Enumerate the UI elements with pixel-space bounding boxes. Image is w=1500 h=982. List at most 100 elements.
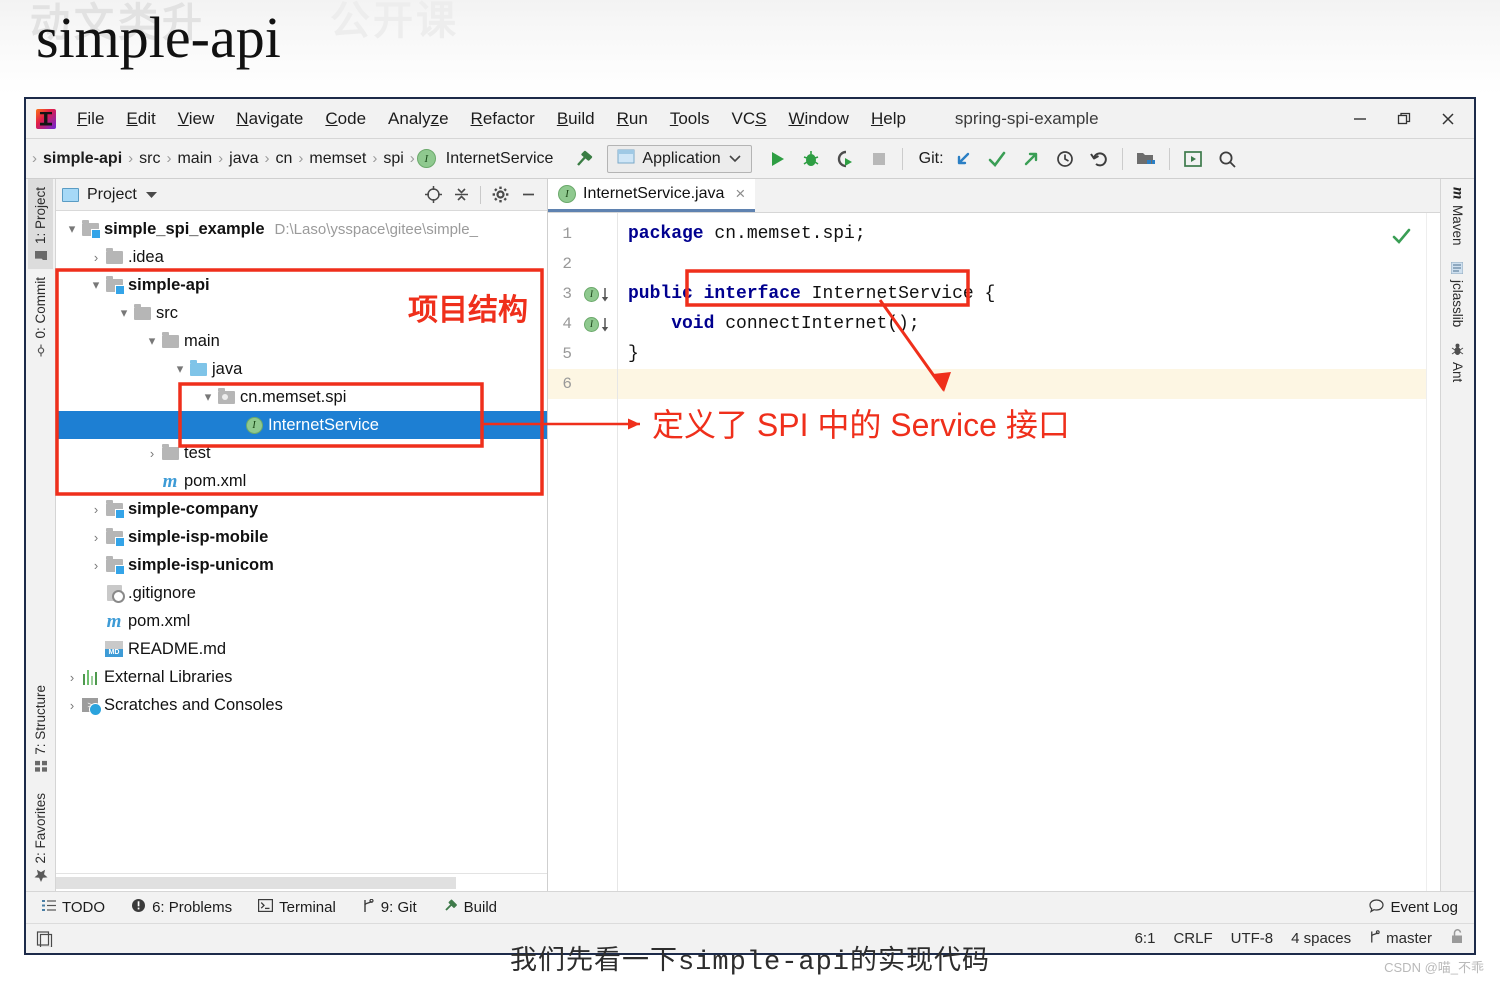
menu-item-run[interactable]: Run <box>606 106 659 132</box>
chevron-right-icon[interactable]: › <box>88 558 104 573</box>
menu-item-edit[interactable]: Edit <box>115 106 166 132</box>
tree-row-gitignore[interactable]: .gitignore <box>56 579 547 607</box>
git-push-icon[interactable] <box>1016 144 1046 174</box>
chevron-down-icon[interactable]: ▾ <box>144 333 160 349</box>
hide-icon[interactable] <box>515 182 541 208</box>
problems-icon <box>131 898 146 917</box>
run-icon[interactable] <box>762 144 792 174</box>
bottom-button-todo[interactable]: TODO <box>42 899 105 916</box>
tree-row-idea[interactable]: › .idea <box>56 243 547 271</box>
chevron-down-icon[interactable]: ▾ <box>116 305 132 321</box>
restore-icon[interactable] <box>1382 100 1426 138</box>
collapse-all-icon[interactable] <box>448 182 474 208</box>
tree-row-readme[interactable]: MD README.md <box>56 635 547 663</box>
chevron-down-icon[interactable]: ▾ <box>64 221 80 237</box>
no-errors-check-icon[interactable] <box>1390 225 1412 252</box>
editor-tab-internetservice[interactable]: I InternetService.java × <box>548 179 756 212</box>
bottom-button-build[interactable]: Build <box>443 898 497 917</box>
project-tree-horizontal-scrollbar[interactable] <box>56 873 547 891</box>
chevron-right-icon[interactable]: › <box>64 670 80 685</box>
run-anything-icon[interactable] <box>1178 144 1208 174</box>
menu-item-refactor[interactable]: Refactor <box>460 106 546 132</box>
tree-row-test[interactable]: › test <box>56 439 547 467</box>
chevron-right-icon[interactable]: › <box>144 446 160 461</box>
breadcrumb-item-4[interactable]: cn <box>272 150 297 168</box>
debug-icon[interactable] <box>796 144 826 174</box>
sidebar-item-ant[interactable]: Ant <box>1445 335 1470 390</box>
tree-row-pom-api[interactable]: m pom.xml <box>56 467 547 495</box>
sidebar-item-favorites[interactable]: 2: Favorites <box>28 779 53 891</box>
breadcrumb-item-1[interactable]: src <box>135 150 164 168</box>
bottom-button-terminal[interactable]: Terminal <box>258 899 336 916</box>
code-text[interactable]: package cn.memset.spi; public interface … <box>618 213 1426 891</box>
menu-item-navigate[interactable]: Navigate <box>225 106 314 132</box>
tree-row-simple-isp-mobile[interactable]: › simple-isp-mobile <box>56 523 547 551</box>
breadcrumb-item-7[interactable]: InternetService <box>442 150 558 168</box>
project-structure-icon[interactable] <box>1131 144 1161 174</box>
menu-item-view[interactable]: View <box>167 106 226 132</box>
run-with-coverage-icon[interactable] <box>830 144 860 174</box>
chevron-down-icon[interactable] <box>145 186 158 204</box>
chevron-right-icon[interactable]: › <box>64 698 80 713</box>
git-history-icon[interactable] <box>1050 144 1080 174</box>
sidebar-item-commit[interactable]: 0: Commit <box>28 269 53 365</box>
menu-item-tools[interactable]: Tools <box>659 106 721 132</box>
breadcrumb-item-0[interactable]: simple-api <box>39 150 126 168</box>
tree-row-external-libraries[interactable]: › External Libraries <box>56 663 547 691</box>
implemented-by-gutter-icon[interactable]: I <box>584 316 610 332</box>
chevron-down-icon[interactable] <box>728 150 742 168</box>
tree-row-simple-isp-unicom[interactable]: › simple-isp-unicom <box>56 551 547 579</box>
bottom-button-git[interactable]: 9: Git <box>362 898 417 917</box>
tree-row-simple-spi-example[interactable]: ▾ simple_spi_example D:\Laso\ysspace\git… <box>56 215 547 243</box>
chevron-right-icon[interactable]: › <box>88 530 104 545</box>
build-hammer-icon[interactable] <box>569 144 599 174</box>
minimize-icon[interactable] <box>1338 100 1382 138</box>
sidebar-item-jclasslib[interactable]: jclasslib <box>1445 254 1470 335</box>
sidebar-item-project[interactable]: 1: Project <box>28 179 53 270</box>
tree-row-scratches-and-consoles[interactable]: › > Scratches and Consoles <box>56 691 547 719</box>
tree-row-main[interactable]: ▾ main <box>56 327 547 355</box>
tree-row-simple-company[interactable]: › simple-company <box>56 495 547 523</box>
code-line-1: package cn.memset.spi; <box>618 219 1426 249</box>
tree-row-internetservice[interactable]: I InternetService <box>56 411 547 439</box>
tree-row-pom-root[interactable]: m pom.xml <box>56 607 547 635</box>
sidebar-item-structure[interactable]: 7: Structure <box>28 677 53 780</box>
bottom-button-problems[interactable]: 6: Problems <box>131 898 232 917</box>
chevron-right-icon[interactable]: › <box>88 502 104 517</box>
git-update-icon[interactable] <box>948 144 978 174</box>
menu-item-analyze[interactable]: Analyze <box>377 106 460 132</box>
event-log-button[interactable]: Event Log <box>1369 898 1458 917</box>
tree-row-package-cn-memset-spi[interactable]: ▾ cn.memset.spi <box>56 383 547 411</box>
stop-icon[interactable] <box>864 144 894 174</box>
close-icon[interactable] <box>1426 100 1470 138</box>
breadcrumb-item-3[interactable]: java <box>225 150 262 168</box>
editor-gutter[interactable]: 1 2 3 I 4 I 5 6 <box>548 213 618 891</box>
git-rollback-icon[interactable] <box>1084 144 1114 174</box>
run-configuration-selector[interactable]: Application <box>607 144 752 173</box>
locate-icon[interactable] <box>420 182 446 208</box>
menu-item-help[interactable]: Help <box>860 106 917 132</box>
sidebar-item-maven[interactable]: m Maven <box>1444 179 1472 254</box>
menu-item-file[interactable]: File <box>66 106 115 132</box>
editor-content[interactable]: 1 2 3 I 4 I 5 6 package cn.memset.spi; p… <box>548 213 1440 891</box>
settings-gear-icon[interactable] <box>487 182 513 208</box>
search-everywhere-icon[interactable] <box>1212 144 1242 174</box>
implemented-by-gutter-icon[interactable]: I <box>584 286 610 302</box>
breadcrumb-item-6[interactable]: spi <box>379 150 407 168</box>
tree-row-java[interactable]: ▾ java <box>56 355 547 383</box>
menu-item-build[interactable]: Build <box>546 106 606 132</box>
menu-item-code[interactable]: Code <box>314 106 377 132</box>
close-icon[interactable]: × <box>735 184 745 204</box>
chevron-down-icon[interactable]: ▾ <box>200 389 216 405</box>
editor-scrollbar-track[interactable] <box>1426 213 1440 891</box>
breadcrumb-item-5[interactable]: memset <box>305 150 370 168</box>
menu-bar: File Edit View Navigate Code Analyze Ref… <box>26 99 1474 139</box>
breadcrumb-item-2[interactable]: main <box>173 150 216 168</box>
menu-item-vcs[interactable]: VCS <box>721 106 778 132</box>
chevron-right-icon[interactable]: › <box>88 250 104 265</box>
chevron-down-icon[interactable]: ▾ <box>172 361 188 377</box>
menu-item-window[interactable]: Window <box>777 106 859 132</box>
scrollbar-thumb[interactable] <box>56 877 456 889</box>
git-commit-icon[interactable] <box>982 144 1012 174</box>
chevron-down-icon[interactable]: ▾ <box>88 277 104 293</box>
